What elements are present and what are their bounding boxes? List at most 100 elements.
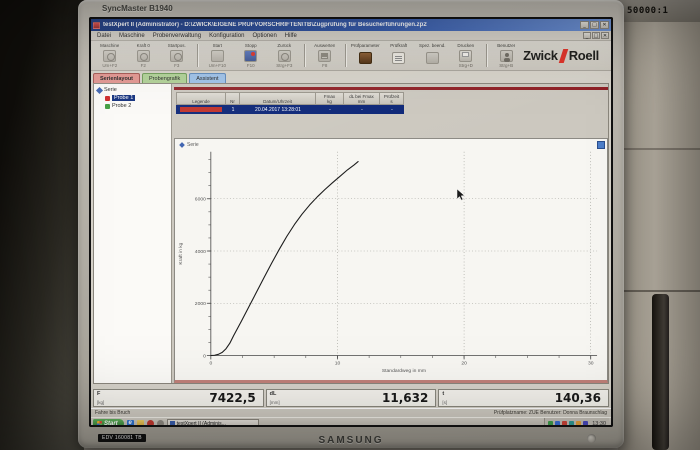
force-displacement-chart[interactable]: Serie 0 2000 4000 6000 0 10 20 30 Kraft in kg Sta…	[174, 138, 608, 383]
window-titlebar[interactable]: testXpert II (Administrator) - D:\ZWICK\…	[91, 19, 611, 31]
child-restore-icon[interactable]: □	[592, 32, 600, 39]
tab-probengrafik[interactable]: Probengrafik	[142, 73, 188, 83]
testxpert-task-icon	[169, 421, 175, 425]
taskbar-task-testxpert[interactable]: testXpert II (Adminis...	[166, 419, 259, 425]
menu-probenverwaltung[interactable]: Probenverwaltung	[149, 33, 205, 39]
series-tree-panel: Serie Probe 1 Probe 2	[94, 84, 172, 383]
specimen-red-marker-icon	[105, 95, 110, 101]
menu-maschine[interactable]: Maschine	[115, 33, 149, 39]
tree-item-probe-1[interactable]: Probe 1	[94, 94, 171, 102]
monitor-power-button[interactable]	[587, 434, 596, 443]
elongation-value: 11,632	[382, 391, 429, 405]
equipment-groove	[652, 294, 669, 450]
internet-explorer-icon[interactable]: e	[126, 420, 134, 425]
child-minimize-icon[interactable]: _	[583, 32, 591, 39]
row-legend-color-bar	[180, 107, 222, 112]
return-button[interactable]: Zurück Strg+F3	[268, 42, 302, 69]
pen-icon	[358, 52, 372, 64]
status-message: Fahre bis Bruch	[95, 410, 131, 416]
user-button[interactable]: Benutzer Strg+B	[489, 42, 523, 69]
machine-button[interactable]: Maschine Um+F2	[93, 42, 127, 69]
maximize-icon[interactable]: □	[590, 21, 599, 29]
svg-text:4000: 4000	[195, 249, 206, 255]
tab-assistent[interactable]: Assistent	[189, 73, 226, 83]
print-button[interactable]: Drucken Strg+D	[449, 42, 483, 69]
tray-icon-green[interactable]	[548, 421, 554, 425]
start-menu-button[interactable]: Start	[93, 419, 124, 425]
ratio-label: 50000:1	[627, 6, 669, 16]
finish-specimen-button[interactable]: Spez. beend.	[416, 42, 450, 69]
close-icon[interactable]: ✕	[600, 21, 609, 29]
svg-text:Kraft in kg: Kraft in kg	[178, 242, 184, 264]
tray-clock: 13:30	[592, 420, 606, 426]
results-table: Legende Nr Datum/Uhrzeit Fmax kg dL bei F…	[176, 92, 404, 114]
tree-item-probe-2[interactable]: Probe 2	[94, 102, 171, 110]
menu-konfiguration[interactable]: Konfiguration	[205, 33, 248, 39]
quicklaunch-app-icon[interactable]	[146, 420, 154, 425]
evaluate-button[interactable]: Auswerten F8	[308, 42, 342, 69]
stop-icon	[244, 49, 258, 62]
specimen-green-marker-icon	[105, 103, 110, 109]
evaluate-icon	[318, 49, 332, 62]
readout-force: F [kg] 7422,5	[93, 389, 264, 407]
child-close-icon[interactable]: ✕	[601, 32, 609, 39]
table-row[interactable]: 1 20.04.2017 13:28:01 - - -	[176, 105, 404, 114]
force-zero-button[interactable]: Kraft 0 F2	[127, 42, 161, 69]
force-zero-icon	[136, 49, 150, 62]
statusbar: Fahre bis Bruch Prüfplatzname: ZUE Benut…	[91, 408, 611, 417]
gear-icon	[170, 49, 184, 62]
svg-text:30: 30	[588, 360, 594, 366]
live-readouts: F [kg] 7422,5 dL [mm] 11,632 t [s] 140,36	[93, 389, 610, 407]
tray-icon-red[interactable]	[562, 421, 568, 425]
test-force-button[interactable]: Prüfkraft	[382, 42, 416, 69]
minimize-icon[interactable]: _	[580, 21, 589, 29]
quicklaunch-clock-icon[interactable]	[156, 420, 164, 425]
series-diamond-icon	[95, 86, 104, 94]
menubar: Datei Maschine Probenverwaltung Konfigur…	[91, 31, 611, 41]
mouse-cursor-icon	[457, 189, 465, 201]
tree-item-serie[interactable]: Serie	[94, 86, 171, 94]
test-parameters-button[interactable]: Prüfparameter	[348, 42, 382, 69]
status-workstation-info: Prüfplatzname: ZUE Benutzer: Donna Braun…	[493, 410, 607, 416]
svg-text:0: 0	[209, 360, 212, 366]
equipment-seam	[618, 148, 700, 150]
legend-diamond-icon	[179, 142, 185, 148]
printer-icon	[459, 49, 473, 62]
tray-icon-orange[interactable]	[576, 421, 582, 425]
app-icon	[93, 21, 100, 29]
tab-serienlayout[interactable]: Serienlayout	[93, 73, 141, 83]
toolbar: Maschine Um+F2 Kraft 0 F2 Startpos. F3 S…	[91, 41, 611, 71]
table-header: Legende Nr Datum/Uhrzeit Fmax kg dL bei F…	[176, 92, 404, 105]
zwick-roell-logo: Zwick Roell	[523, 48, 599, 63]
monitor-model-label: SyncMaster B1940	[102, 4, 173, 13]
menu-datei[interactable]: Datei	[93, 33, 115, 39]
folder-icon[interactable]	[136, 420, 144, 425]
tray-icon-blue[interactable]	[555, 421, 561, 425]
background-dark-left	[0, 0, 84, 450]
svg-text:2000: 2000	[195, 301, 206, 307]
tray-icon-teal[interactable]	[569, 421, 575, 425]
gear-icon	[103, 49, 117, 62]
work-area: Serie Probe 1 Probe 2 Legende Nr Datum/U…	[93, 83, 609, 384]
stop-button[interactable]: Stopp F10	[234, 42, 268, 69]
menu-optionen[interactable]: Optionen	[248, 33, 280, 39]
photo-of-monitor: 10 50000:1 SyncMaster B1940 SAMSUNG EDV …	[0, 0, 700, 450]
start-position-button[interactable]: Startpos. F3	[160, 42, 194, 69]
system-tray: 13:30	[544, 418, 609, 425]
window-title: testXpert II (Administrator) - D:\ZWICK\…	[103, 22, 427, 28]
start-button[interactable]: Start Um+F10	[201, 42, 235, 69]
samsung-monitor: SyncMaster B1940 SAMSUNG EDV 160081 TB t…	[78, 0, 624, 448]
time-value: 140,36	[554, 391, 602, 405]
clipboard-icon	[392, 52, 406, 64]
svg-text:6000: 6000	[195, 197, 206, 203]
return-icon	[277, 49, 291, 62]
taskbar: Start e testXpert II (Adminis... 13:30	[91, 417, 611, 425]
menu-hilfe[interactable]: Hilfe	[281, 33, 301, 39]
tray-icon-indigo[interactable]	[583, 421, 589, 425]
chart-tool-button[interactable]	[597, 141, 605, 149]
toolbar-separator	[304, 44, 305, 67]
layout-tabs: Serienlayout Probengrafik Assistent	[93, 71, 226, 83]
screen: testXpert II (Administrator) - D:\ZWICK\…	[89, 17, 613, 427]
svg-text:10: 10	[335, 360, 341, 366]
content-panel: Legende Nr Datum/Uhrzeit Fmax kg dL bei F…	[174, 84, 608, 383]
